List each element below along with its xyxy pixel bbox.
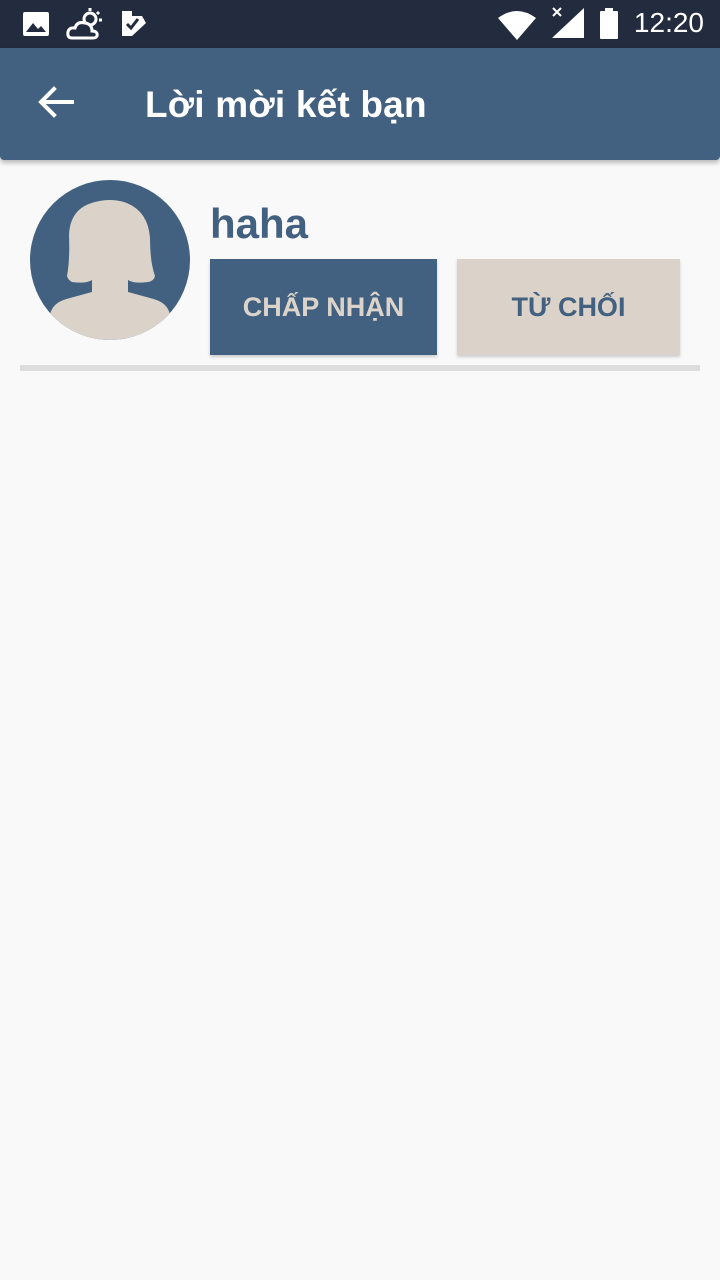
- avatar: [30, 180, 190, 340]
- image-icon: [22, 8, 50, 43]
- arrow-left-icon: [38, 85, 74, 123]
- back-button[interactable]: [24, 72, 88, 136]
- list-divider: [20, 365, 700, 371]
- weather-icon: [66, 8, 104, 45]
- signal-icon: [550, 6, 586, 43]
- app-bar: Lời mời kết bạn: [0, 48, 720, 160]
- task-check-icon: [120, 8, 148, 43]
- wifi-icon: [498, 10, 536, 45]
- accept-button[interactable]: CHẤP NHẬN: [210, 259, 437, 355]
- page-title: Lời mời kết bạn: [145, 84, 427, 125]
- friend-request-item: haha CHẤP NHẬN TỪ CHỐI: [0, 160, 720, 372]
- reject-button[interactable]: TỪ CHỐI: [457, 259, 680, 355]
- battery-icon: [598, 8, 620, 45]
- status-time: 12:20: [633, 7, 704, 38]
- status-bar: 12:20: [0, 0, 720, 48]
- requester-name: haha: [210, 200, 309, 247]
